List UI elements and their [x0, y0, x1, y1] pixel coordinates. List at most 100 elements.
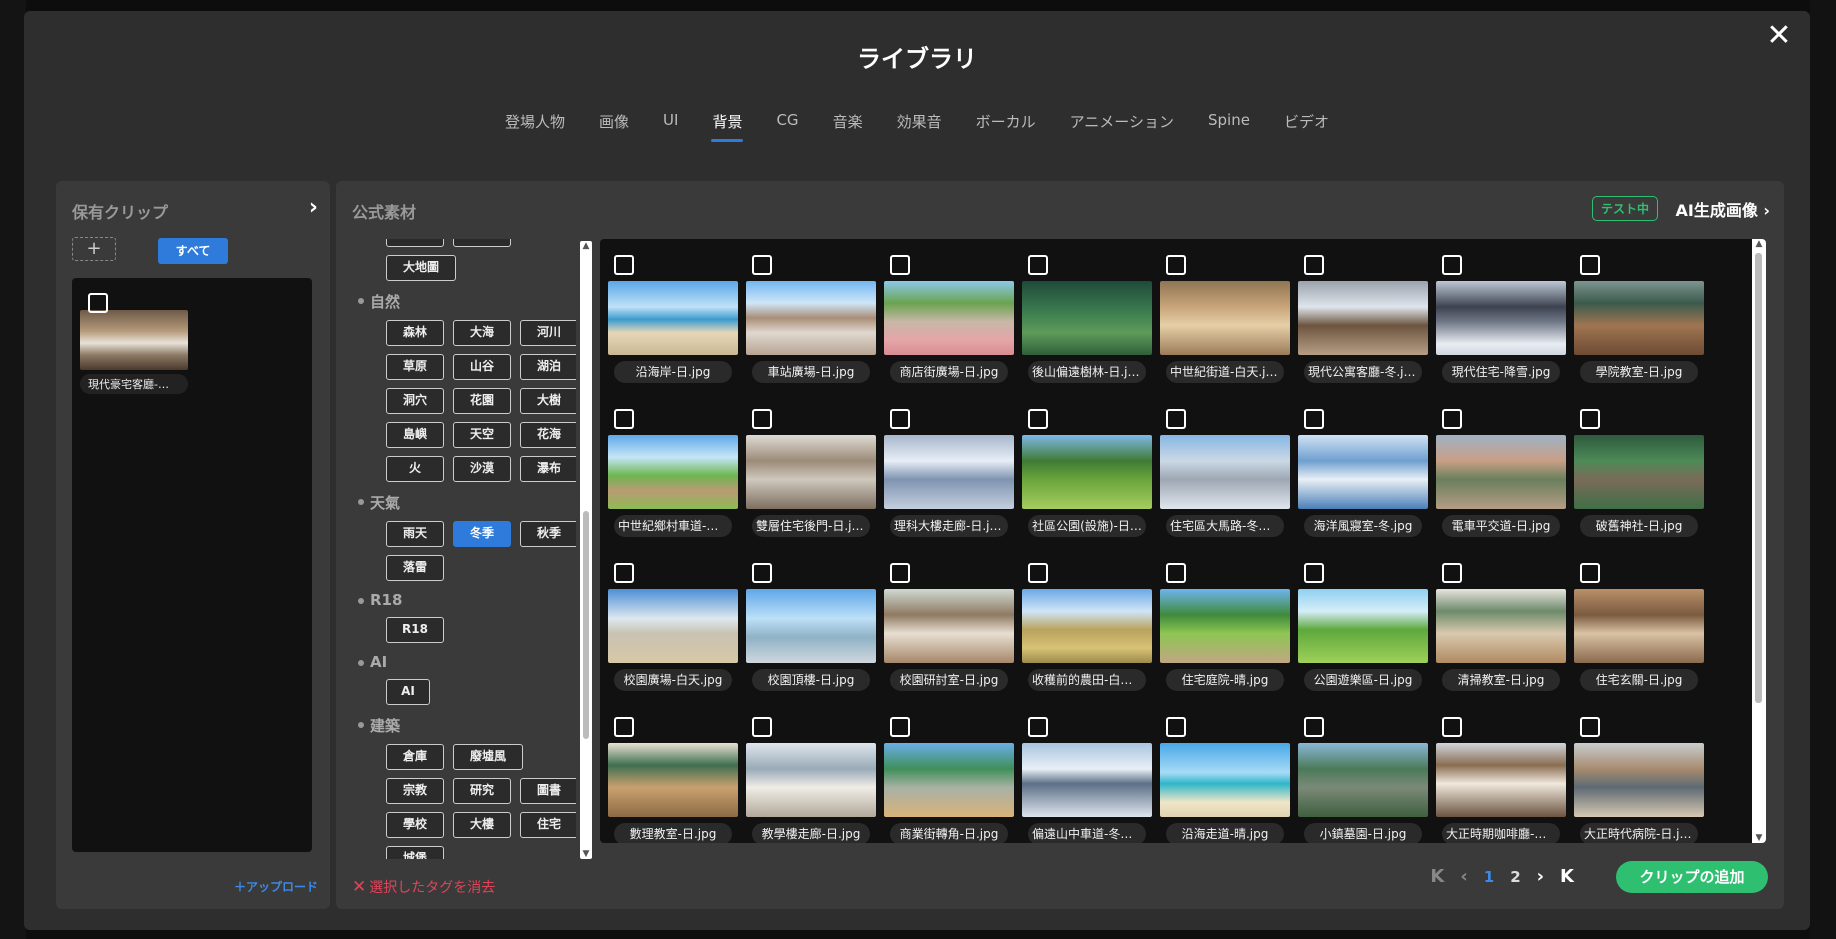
tab-3[interactable]: 背景 — [695, 107, 759, 144]
asset-thumbnail[interactable] — [1574, 435, 1704, 509]
tag-button[interactable]: 花海 — [520, 422, 576, 448]
tag-button[interactable]: 湖泊 — [520, 354, 576, 380]
asset-card[interactable]: 商業街轉角-日.jpg — [884, 711, 1014, 843]
asset-checkbox[interactable] — [1166, 409, 1186, 429]
scroll-down-icon[interactable]: ▼ — [1752, 833, 1766, 843]
asset-card[interactable]: 住宅玄關-日.jpg — [1574, 557, 1704, 691]
asset-card[interactable]: 理科大樓走廊-日.jpg — [884, 403, 1014, 537]
asset-checkbox[interactable] — [614, 563, 634, 583]
tag-button[interactable]: 倉庫 — [386, 744, 444, 770]
asset-card[interactable]: 雙層住宅後門-日.jpg — [746, 403, 876, 537]
asset-checkbox[interactable] — [614, 255, 634, 275]
asset-thumbnail[interactable] — [746, 435, 876, 509]
tag-button[interactable]: 室外 — [453, 239, 511, 247]
tag-button[interactable]: 雨天 — [386, 521, 444, 547]
tab-5[interactable]: 音楽 — [816, 107, 880, 144]
asset-checkbox[interactable] — [890, 717, 910, 737]
asset-card[interactable]: 海洋風寢室-冬.jpg — [1298, 403, 1428, 537]
asset-checkbox[interactable] — [1028, 563, 1048, 583]
asset-card[interactable]: 中世紀鄉村車道-日… — [608, 403, 738, 537]
asset-checkbox[interactable] — [752, 563, 772, 583]
asset-thumbnail[interactable] — [608, 281, 738, 355]
tag-button[interactable]: 火 — [386, 456, 444, 482]
tag-button[interactable]: 山谷 — [453, 354, 511, 380]
asset-card[interactable]: 沿海走道-晴.jpg — [1160, 711, 1290, 843]
asset-card[interactable]: 校園研討室-日.jpg — [884, 557, 1014, 691]
asset-thumbnail[interactable] — [1574, 743, 1704, 817]
tag-button[interactable]: 廢墟風 — [453, 744, 523, 770]
tag-button[interactable]: 冬季 — [453, 521, 511, 547]
asset-card[interactable]: 現代公寓客廳-冬.jpg — [1298, 249, 1428, 383]
tag-button[interactable]: 瀑布 — [520, 456, 576, 482]
asset-card[interactable]: 破舊神社-日.jpg — [1574, 403, 1704, 537]
asset-thumbnail[interactable] — [1436, 281, 1566, 355]
asset-thumbnail[interactable] — [1436, 435, 1566, 509]
asset-thumbnail[interactable] — [1160, 435, 1290, 509]
tag-button[interactable]: 大海 — [453, 320, 511, 346]
asset-checkbox[interactable] — [1580, 563, 1600, 583]
tab-7[interactable]: ボーカル — [959, 107, 1053, 144]
asset-thumbnail[interactable] — [1436, 589, 1566, 663]
asset-card[interactable]: 中世紀街道-白天.jpg — [1160, 249, 1290, 383]
owned-clip-item[interactable]: 現代豪宅客廳-… — [80, 293, 188, 394]
asset-card[interactable]: 大正時期咖啡廳-日… — [1436, 711, 1566, 843]
add-clip-button[interactable]: クリップの追加 — [1616, 861, 1768, 893]
asset-thumbnail[interactable] — [608, 435, 738, 509]
tag-button[interactable]: 學校 — [386, 812, 444, 838]
asset-thumbnail[interactable] — [884, 281, 1014, 355]
scroll-up-icon[interactable]: ▲ — [580, 241, 592, 251]
clear-tags-button[interactable]: ✕ 選択したタグを消去 — [352, 877, 495, 897]
asset-checkbox[interactable] — [1442, 255, 1462, 275]
asset-card[interactable]: 校園頂樓-日.jpg — [746, 557, 876, 691]
asset-card[interactable]: 住宅區大馬路-冬季… — [1160, 403, 1290, 537]
upload-button[interactable]: ＋アップロード — [234, 878, 318, 895]
clip-checkbox[interactable] — [88, 293, 108, 313]
asset-checkbox[interactable] — [1304, 717, 1324, 737]
tab-10[interactable]: ビデオ — [1267, 107, 1346, 144]
tab-4[interactable]: CG — [759, 107, 815, 144]
asset-checkbox[interactable] — [614, 717, 634, 737]
asset-thumbnail[interactable] — [884, 743, 1014, 817]
asset-card[interactable]: 電車平交道-日.jpg — [1436, 403, 1566, 537]
asset-thumbnail[interactable] — [746, 281, 876, 355]
asset-checkbox[interactable] — [614, 409, 634, 429]
asset-checkbox[interactable] — [1028, 717, 1048, 737]
asset-card[interactable]: 車站廣場-日.jpg — [746, 249, 876, 383]
asset-checkbox[interactable] — [1166, 563, 1186, 583]
asset-checkbox[interactable] — [752, 717, 772, 737]
asset-thumbnail[interactable] — [884, 589, 1014, 663]
asset-card[interactable]: 商店街廣場-日.jpg — [884, 249, 1014, 383]
tag-button[interactable]: 森林 — [386, 320, 444, 346]
tag-button[interactable]: 圖書 — [520, 778, 576, 804]
tag-button[interactable]: 落雷 — [386, 555, 444, 581]
tag-button[interactable]: 大地圖 — [386, 255, 456, 281]
asset-checkbox[interactable] — [1166, 255, 1186, 275]
tab-2[interactable]: UI — [646, 107, 695, 144]
tag-button[interactable]: 島嶼 — [386, 422, 444, 448]
tag-button[interactable]: R18 — [386, 617, 444, 643]
next-page-icon[interactable]: › — [1537, 866, 1544, 887]
asset-thumbnail[interactable] — [884, 435, 1014, 509]
tag-button[interactable]: 草原 — [386, 354, 444, 380]
asset-thumbnail[interactable] — [1436, 743, 1566, 817]
asset-thumbnail[interactable] — [1160, 743, 1290, 817]
asset-checkbox[interactable] — [752, 409, 772, 429]
asset-card[interactable]: 小鎮墓園-日.jpg — [1298, 711, 1428, 843]
tab-9[interactable]: Spine — [1191, 107, 1267, 144]
tag-button[interactable]: 天空 — [453, 422, 511, 448]
asset-card[interactable]: 沿海岸-日.jpg — [608, 249, 738, 383]
tag-scrollbar[interactable]: ▲ ▼ — [580, 241, 592, 859]
asset-checkbox[interactable] — [1580, 717, 1600, 737]
asset-checkbox[interactable] — [1442, 563, 1462, 583]
tab-8[interactable]: アニメーション — [1053, 107, 1191, 144]
asset-thumbnail[interactable] — [1298, 281, 1428, 355]
asset-checkbox[interactable] — [752, 255, 772, 275]
asset-checkbox[interactable] — [1304, 563, 1324, 583]
tab-6[interactable]: 効果音 — [880, 107, 959, 144]
asset-checkbox[interactable] — [1028, 409, 1048, 429]
asset-card[interactable]: 現代住宅-降雪.jpg — [1436, 249, 1566, 383]
scroll-up-icon[interactable]: ▲ — [1752, 239, 1766, 249]
chevron-right-icon[interactable]: › — [309, 195, 318, 220]
asset-thumbnail[interactable] — [1022, 435, 1152, 509]
tag-button[interactable]: 花園 — [453, 388, 511, 414]
